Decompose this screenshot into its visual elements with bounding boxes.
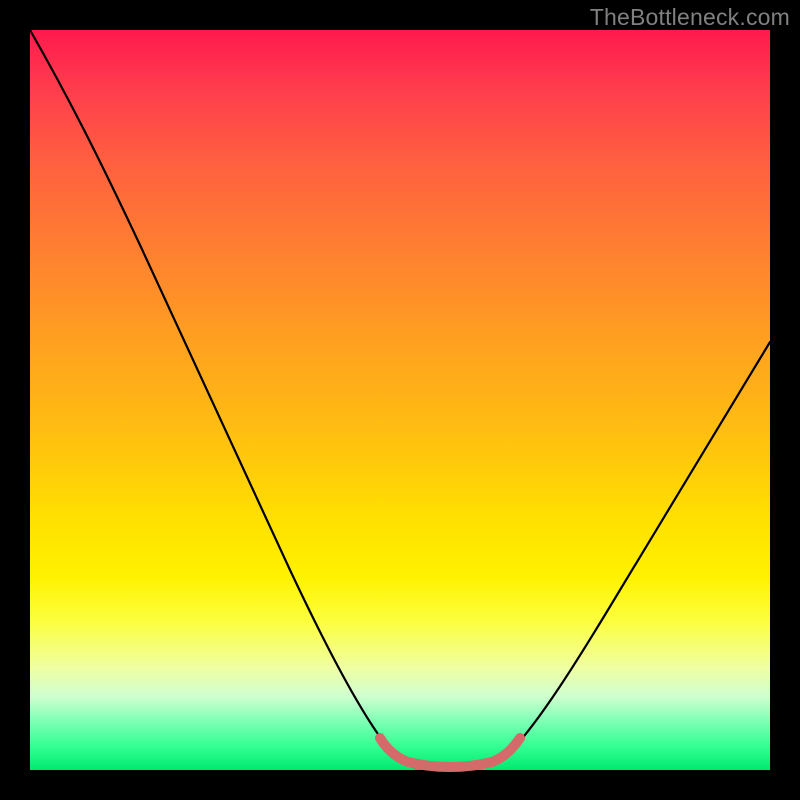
watermark-text: TheBottleneck.com: [590, 4, 790, 31]
chart-frame: TheBottleneck.com: [0, 0, 800, 800]
plot-area: [30, 30, 770, 770]
chart-svg: [30, 30, 770, 770]
sweet-spot-band: [380, 738, 520, 767]
bottleneck-curve: [30, 30, 770, 769]
